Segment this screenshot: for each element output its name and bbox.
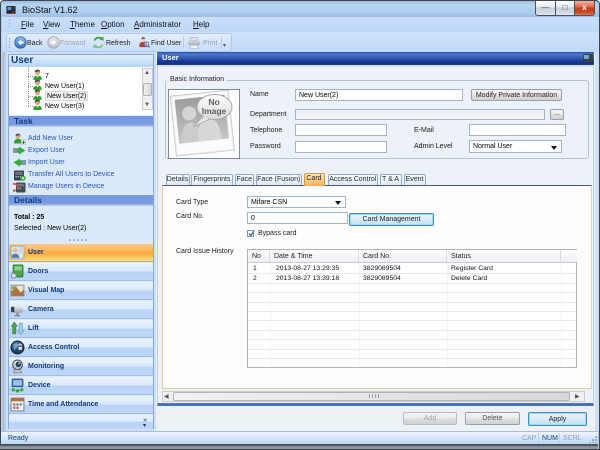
svg-text:Image: Image xyxy=(202,106,227,116)
